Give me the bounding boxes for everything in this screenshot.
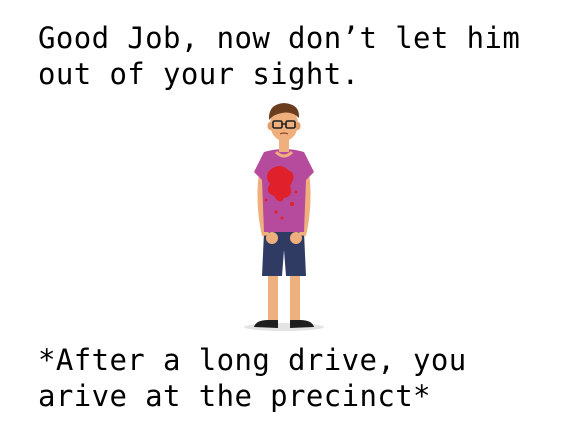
left-ear <box>267 122 273 130</box>
neck <box>279 140 289 152</box>
right-shoe <box>290 320 314 328</box>
right-ear <box>295 122 301 130</box>
blood-drop <box>280 216 284 220</box>
left-leg <box>268 270 278 322</box>
blood-drop <box>264 198 268 202</box>
right-hand <box>290 232 302 244</box>
blood-drop <box>290 202 294 206</box>
blood-drop <box>274 210 278 214</box>
left-hand <box>266 232 278 244</box>
injured-man-character <box>244 103 324 331</box>
narration-text: *After a long drive, you arive at the pr… <box>38 343 485 413</box>
left-shoe <box>254 320 278 328</box>
dialogue-text: Good Job, now don’t let him out of your … <box>38 21 539 91</box>
game-scene: Good Job, now don’t let him out of your … <box>0 0 576 432</box>
blood-drop <box>294 190 298 194</box>
right-leg <box>290 270 300 322</box>
